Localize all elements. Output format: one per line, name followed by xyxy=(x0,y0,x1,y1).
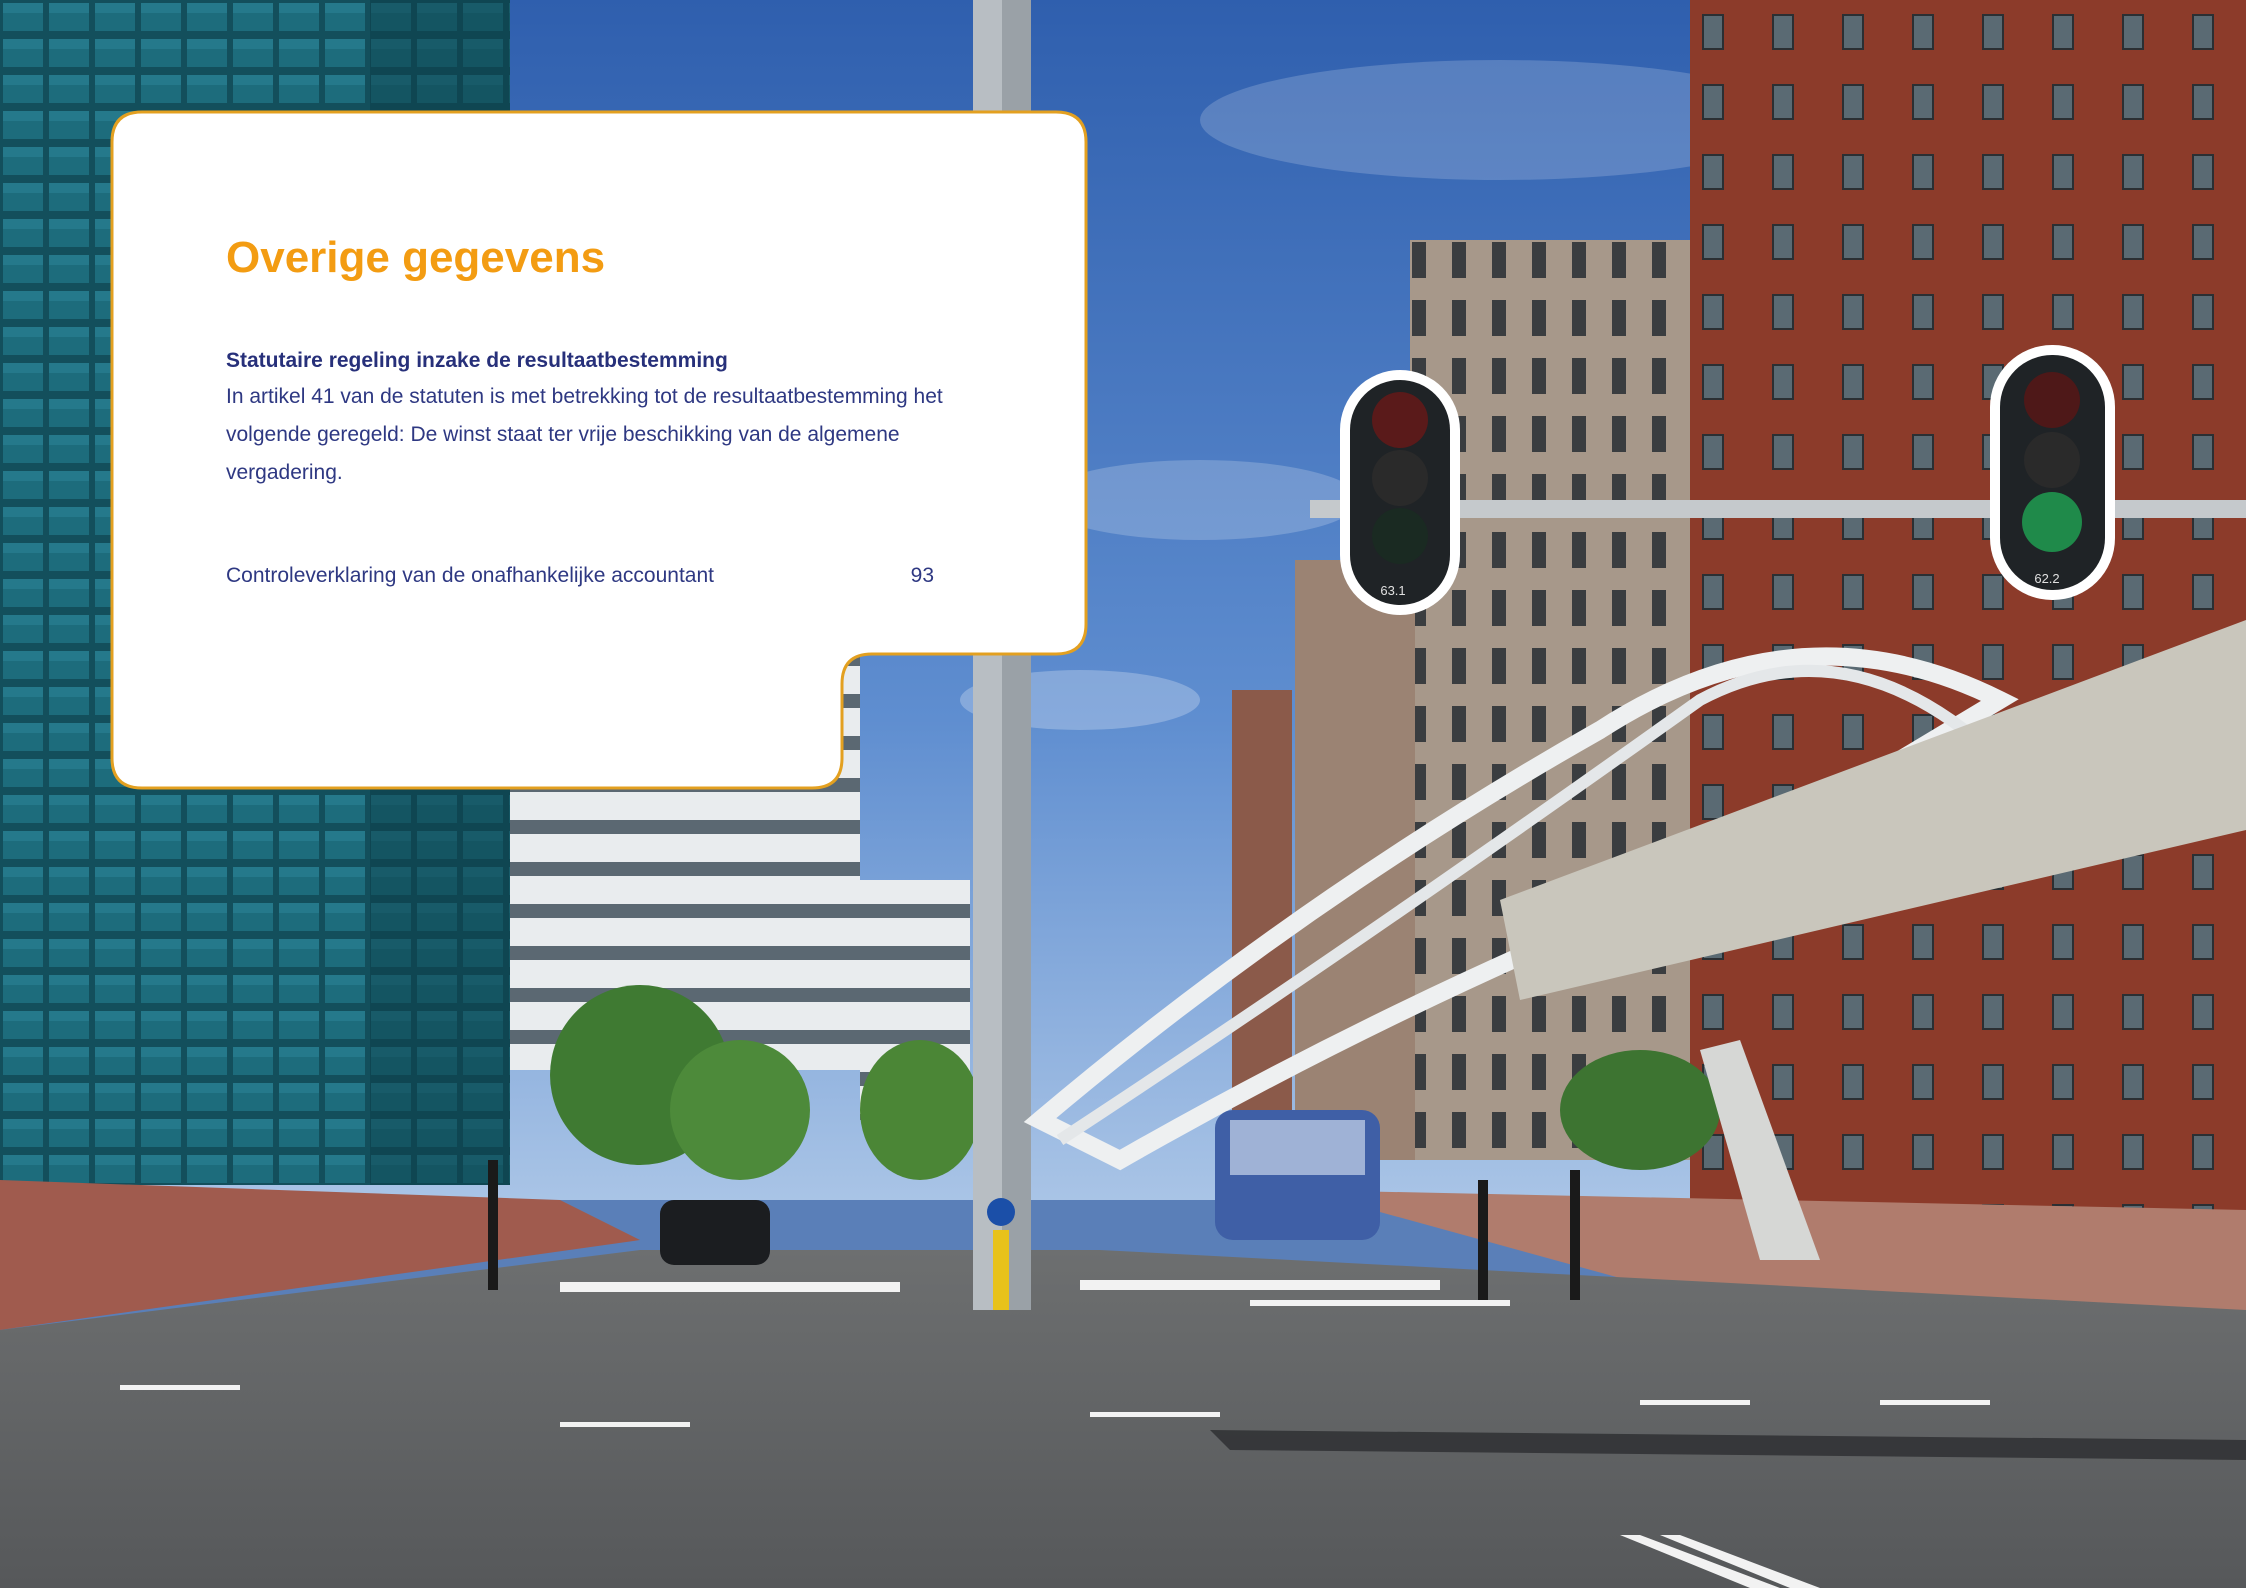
right-traffic-light-label: 62.2 xyxy=(2034,571,2059,586)
body-paragraph: In artikel 41 van de statuten is met bet… xyxy=(226,385,943,484)
toc-entry-page: 93 xyxy=(910,564,934,587)
toc-entry[interactable]: Controleverklaring van de onafhankelijke… xyxy=(226,558,934,594)
section-title: Overige gegevens xyxy=(226,233,606,282)
subheading: Statutaire regeling inzake de resultaatb… xyxy=(226,349,728,372)
toc-entry-label: Controleverklaring van de onafhankelijke… xyxy=(226,564,714,587)
card-content: Overige gegevens Statutaire regeling inz… xyxy=(226,226,986,492)
left-traffic-light-label: 63.1 xyxy=(1380,583,1405,598)
